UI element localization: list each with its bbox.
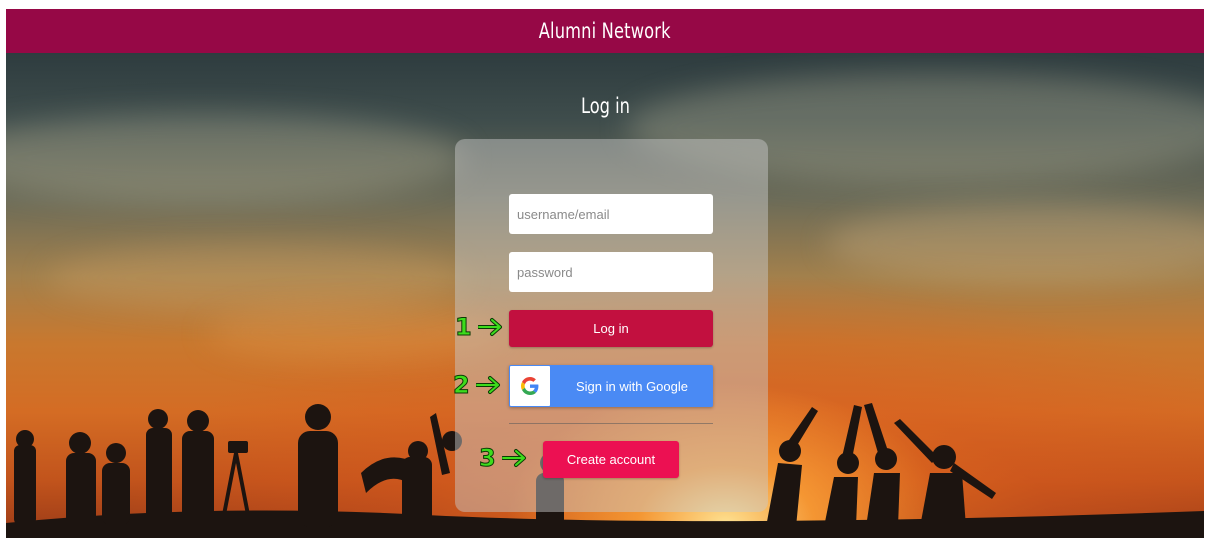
arrow-right-icon — [501, 449, 526, 467]
username-email-field[interactable] — [509, 194, 713, 234]
app-window: Alumni Network Log in username/email Log… — [6, 9, 1204, 538]
login-button[interactable]: Log in — [509, 310, 713, 347]
google-sign-in-label: Sign in with Google — [575, 378, 688, 394]
password-field[interactable] — [509, 252, 713, 292]
annotation-marker-1: 1 — [455, 313, 504, 341]
annotation-number: 3 — [479, 444, 497, 472]
annotation-number: 2 — [453, 371, 471, 399]
annotation-number: 1 — [455, 313, 473, 341]
google-logo-icon — [510, 366, 550, 406]
annotation-marker-3: 3 — [479, 444, 528, 472]
annotation-marker-2: 2 — [453, 371, 502, 399]
app-title: Alumni Network — [539, 19, 671, 43]
navbar: Alumni Network — [6, 9, 1204, 53]
arrow-right-icon — [475, 376, 500, 394]
google-sign-in-button[interactable]: Sign in with Google — [509, 365, 713, 407]
create-account-button[interactable]: Create account — [543, 441, 679, 478]
page-title: Log in — [580, 94, 630, 118]
divider — [509, 423, 713, 424]
arrow-right-icon — [477, 318, 502, 336]
